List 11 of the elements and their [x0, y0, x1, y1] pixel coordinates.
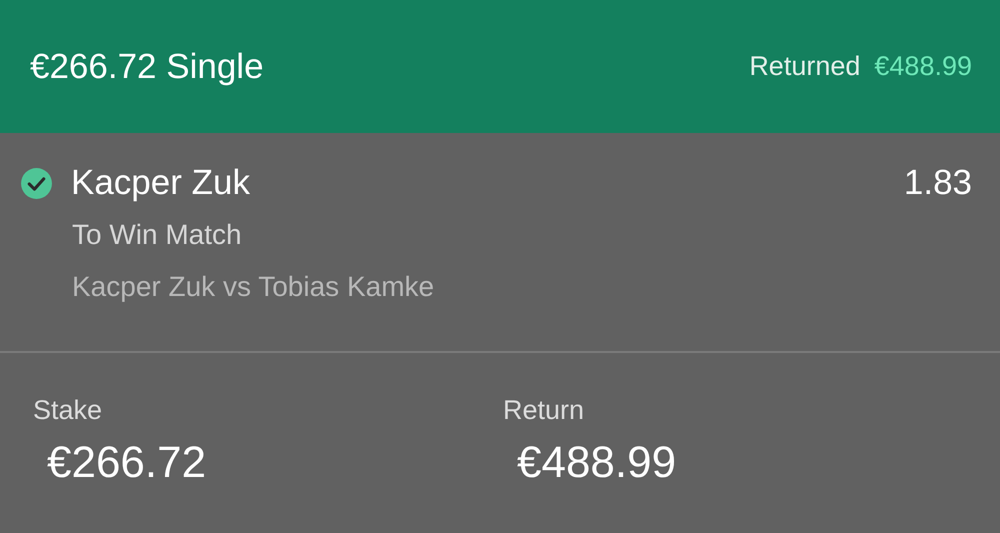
returned-amount: €488.99 [874, 51, 972, 82]
summary-value: €488.99 [517, 438, 678, 488]
event-name: Kacper Zuk vs Tobias Kamke [72, 271, 436, 303]
bet-title: €266.72 Single [30, 46, 264, 86]
returned-label: Returned [749, 51, 860, 82]
summary-value: €266.72 [47, 438, 208, 488]
market-name: To Win Match [72, 219, 243, 251]
selection-name: Kacper Zuk [71, 163, 250, 203]
odds: 1.83 [904, 163, 972, 203]
summary-label: Return [503, 395, 586, 426]
summary-label: Stake [33, 395, 104, 426]
